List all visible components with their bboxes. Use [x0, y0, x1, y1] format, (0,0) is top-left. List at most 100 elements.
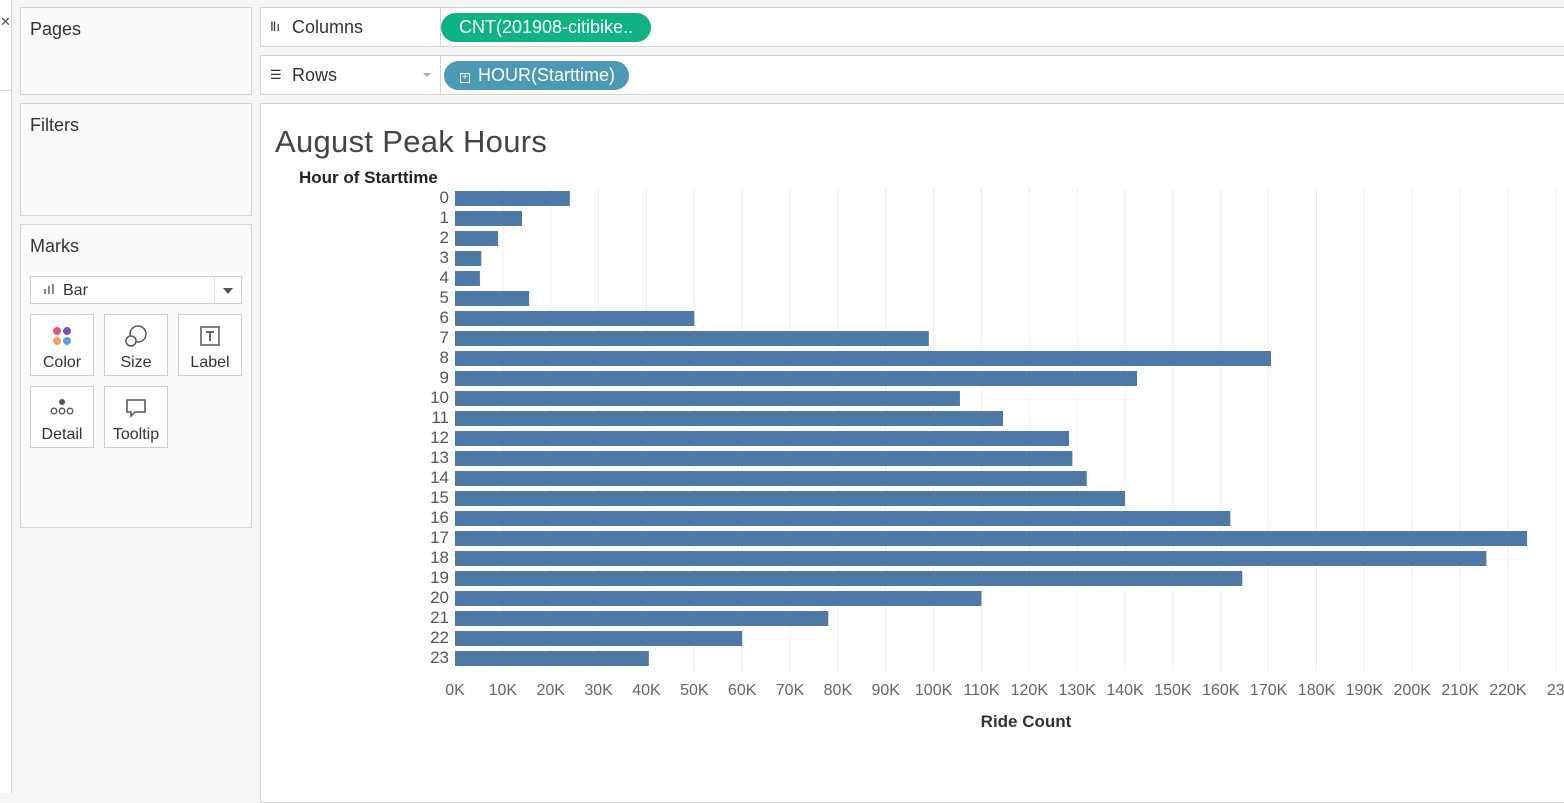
detail-button[interactable]: Detail [30, 386, 94, 448]
columns-shelf-header: Ⅱı Columns [261, 8, 441, 46]
y-tick-label: 14 [430, 468, 449, 487]
expand-plus-icon[interactable]: + [460, 73, 470, 83]
size-icon [125, 325, 147, 347]
tooltip-button-label: Tooltip [112, 426, 160, 443]
y-tick-label: 4 [440, 268, 449, 287]
bar [455, 431, 1070, 446]
x-tick-label: 90K [872, 682, 901, 699]
y-tick-label: 21 [430, 608, 449, 627]
color-button-label: Color [42, 354, 82, 371]
y-tick-label: 10 [430, 388, 449, 407]
color-button[interactable]: Color [30, 314, 94, 376]
y-tick-label: 0 [440, 188, 449, 207]
rows-shelf-header: ☰ Rows [261, 56, 441, 94]
rows-pill[interactable]: + HOUR(Starttime) [444, 61, 630, 90]
x-axis-title: Ride Count [981, 712, 1072, 731]
y-tick-label: 17 [430, 528, 449, 547]
color-icon [53, 327, 71, 345]
filters-card[interactable]: Filters [20, 103, 252, 216]
bar [455, 391, 960, 406]
y-tick-label: 16 [430, 508, 449, 527]
bar [455, 411, 1003, 426]
rows-icon: ☰ [270, 67, 282, 82]
x-tick-label: 190K [1346, 682, 1384, 699]
bar [455, 191, 570, 206]
y-tick-label: 2 [440, 228, 449, 247]
columns-icon: Ⅱı [270, 19, 281, 34]
x-tick-label: 70K [776, 682, 805, 699]
x-tick-label: 10K [489, 682, 518, 699]
x-tick-label: 0K [445, 682, 465, 699]
x-tick-label: 60K [728, 682, 757, 699]
bar [455, 611, 829, 626]
bar [455, 491, 1126, 506]
y-tick-label: 13 [430, 448, 449, 467]
y-axis-title: Hour of Starttime [299, 168, 438, 187]
tooltip-icon [126, 399, 146, 418]
label-icon [200, 326, 220, 346]
mark-type-label: Bar [63, 282, 88, 299]
x-tick-label: 220K [1489, 682, 1527, 699]
close-pane-icon[interactable]: ✕ [0, 14, 11, 30]
chevron-down-icon [223, 288, 233, 294]
y-tick-label: 3 [440, 248, 449, 267]
mark-type-dropdown[interactable]: Bar [30, 276, 242, 304]
x-tick-label: 40K [632, 682, 661, 699]
bar-chart: Hour of Starttime01234567891011121314151… [299, 168, 1564, 731]
bar [455, 231, 499, 246]
x-tick-label: 110K [963, 682, 1000, 699]
pages-card[interactable]: Pages [20, 7, 252, 95]
y-tick-label: 5 [440, 288, 449, 307]
detail-icon [50, 399, 74, 415]
x-tick-label: 23 [1547, 682, 1564, 699]
bar [455, 251, 482, 266]
bar [455, 371, 1138, 386]
x-tick-label: 130K [1058, 682, 1096, 699]
bar [455, 351, 1272, 366]
bar [455, 211, 523, 226]
bar [455, 331, 929, 346]
size-button[interactable]: Size [104, 314, 168, 376]
label-button[interactable]: Label [178, 314, 242, 376]
detail-button-label: Detail [41, 426, 83, 443]
columns-pill[interactable]: CNT(201908-citibike.. [441, 13, 652, 42]
rows-label: Rows [292, 65, 338, 85]
x-tick-label: 210K [1441, 682, 1479, 699]
bar [455, 531, 1528, 546]
x-tick-label: 20K [536, 682, 565, 699]
columns-shelf[interactable]: Ⅱı Columns CNT(201908-citibike.. [260, 7, 1564, 47]
pages-card-title: Pages [30, 19, 82, 39]
marks-card-title: Marks [30, 236, 79, 256]
y-tick-label: 9 [440, 368, 449, 387]
bar [455, 571, 1243, 586]
mark-type-caret[interactable] [214, 277, 241, 303]
bar [455, 311, 695, 326]
y-tick-label: 6 [440, 308, 449, 327]
bar [455, 271, 480, 286]
x-tick-label: 160K [1202, 682, 1240, 699]
columns-label: Columns [292, 17, 364, 37]
tooltip-button[interactable]: Tooltip [104, 386, 168, 448]
y-tick-label: 23 [430, 648, 449, 667]
y-tick-label: 7 [440, 328, 449, 347]
x-tick-label: 200K [1394, 682, 1432, 699]
pane-divider [0, 90, 11, 91]
rows-shelf[interactable]: ☰ Rows + HOUR(Starttime) [260, 55, 1564, 95]
bar [455, 591, 982, 606]
bar [455, 471, 1087, 486]
x-tick-label: 180K [1298, 682, 1336, 699]
y-tick-label: 15 [430, 488, 449, 507]
x-tick-label: 150K [1154, 682, 1192, 699]
x-tick-label: 120K [1011, 682, 1049, 699]
bar [455, 511, 1231, 526]
y-tick-label: 19 [430, 568, 449, 587]
bar [455, 551, 1487, 566]
y-tick-label: 8 [440, 348, 449, 367]
filters-card-title: Filters [30, 115, 79, 135]
size-button-label: Size [120, 354, 152, 371]
x-tick-label: 50K [680, 682, 709, 699]
bar [455, 631, 743, 646]
y-tick-label: 11 [431, 408, 449, 427]
y-tick-label: 18 [430, 548, 449, 567]
rows-dropdown-caret-icon[interactable] [423, 73, 431, 77]
